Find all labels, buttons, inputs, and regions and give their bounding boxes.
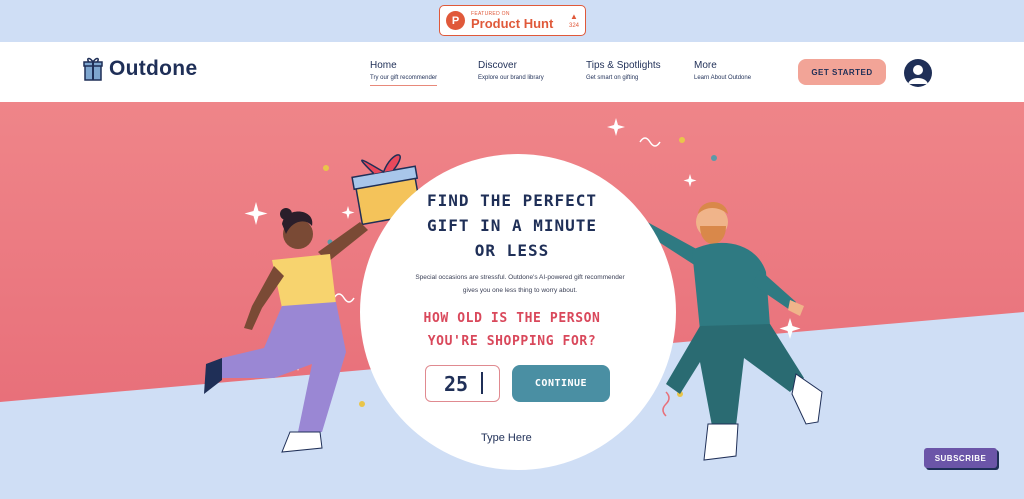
description-line: gives you one less thing to worry about.: [462, 287, 578, 294]
product-hunt-badge[interactable]: P FEATURED ON Product Hunt ▲ 324: [439, 5, 586, 36]
product-hunt-icon: P: [446, 11, 465, 30]
site-header: Outdone Home Try our gift recommender Di…: [0, 42, 1024, 102]
user-icon: [905, 60, 931, 86]
type-here-hint: Type Here: [481, 432, 532, 444]
gift-icon: [83, 57, 103, 81]
nav-tips-title: Tips & Spotlights: [586, 60, 661, 71]
nav-discover-title: Discover: [478, 60, 517, 71]
nav-more-subtitle: Learn About Outdone: [694, 75, 752, 81]
nav-home-subtitle: Try our gift recommender: [370, 75, 438, 86]
nav-home[interactable]: Home Try our gift recommender: [370, 60, 438, 86]
nav-tips[interactable]: Tips & Spotlights Get smart on gifting: [586, 60, 661, 82]
subscribe-button[interactable]: SUBSCRIBE: [924, 448, 997, 468]
hero-section: FIND THE PERFECT GIFT IN A MINUTE OR LES…: [0, 102, 1024, 499]
hero-description: Special occasions are stressful. Outdone…: [380, 271, 660, 297]
product-hunt-name: Product Hunt: [471, 15, 554, 31]
age-question: HOW OLD IS THE PERSON YOU'RE SHOPPING FO…: [0, 307, 1024, 353]
nav-home-title: Home: [370, 60, 397, 71]
upvote-icon: ▲: [570, 11, 578, 21]
headline-line: GIFT IN A MINUTE: [426, 216, 598, 235]
description-line: Special occasions are stressful. Outdone…: [415, 274, 625, 281]
brand-name: Outdone: [109, 57, 198, 80]
top-banner: P FEATURED ON Product Hunt ▲ 324: [0, 0, 1024, 42]
get-started-button[interactable]: GET STARTED: [798, 59, 886, 85]
upvote-count: 324: [568, 22, 579, 29]
text-cursor: [481, 372, 483, 394]
continue-button[interactable]: CONTINUE: [512, 365, 610, 402]
nav-more[interactable]: More Learn About Outdone: [694, 60, 752, 82]
question-line: YOU'RE SHOPPING FOR?: [427, 334, 597, 349]
headline-line: OR LESS: [474, 241, 550, 260]
headline-line: FIND THE PERFECT: [426, 191, 598, 210]
nav-discover-subtitle: Explore our brand library: [478, 75, 544, 81]
age-input[interactable]: [425, 365, 500, 402]
nav-tips-subtitle: Get smart on gifting: [586, 75, 639, 81]
nav-more-title: More: [694, 60, 717, 71]
brand-logo[interactable]: Outdone: [83, 56, 197, 82]
nav-discover[interactable]: Discover Explore our brand library: [478, 60, 544, 82]
hero-headline: FIND THE PERFECT GIFT IN A MINUTE OR LES…: [0, 188, 1024, 263]
user-avatar[interactable]: [904, 59, 932, 87]
question-line: HOW OLD IS THE PERSON: [423, 311, 601, 326]
